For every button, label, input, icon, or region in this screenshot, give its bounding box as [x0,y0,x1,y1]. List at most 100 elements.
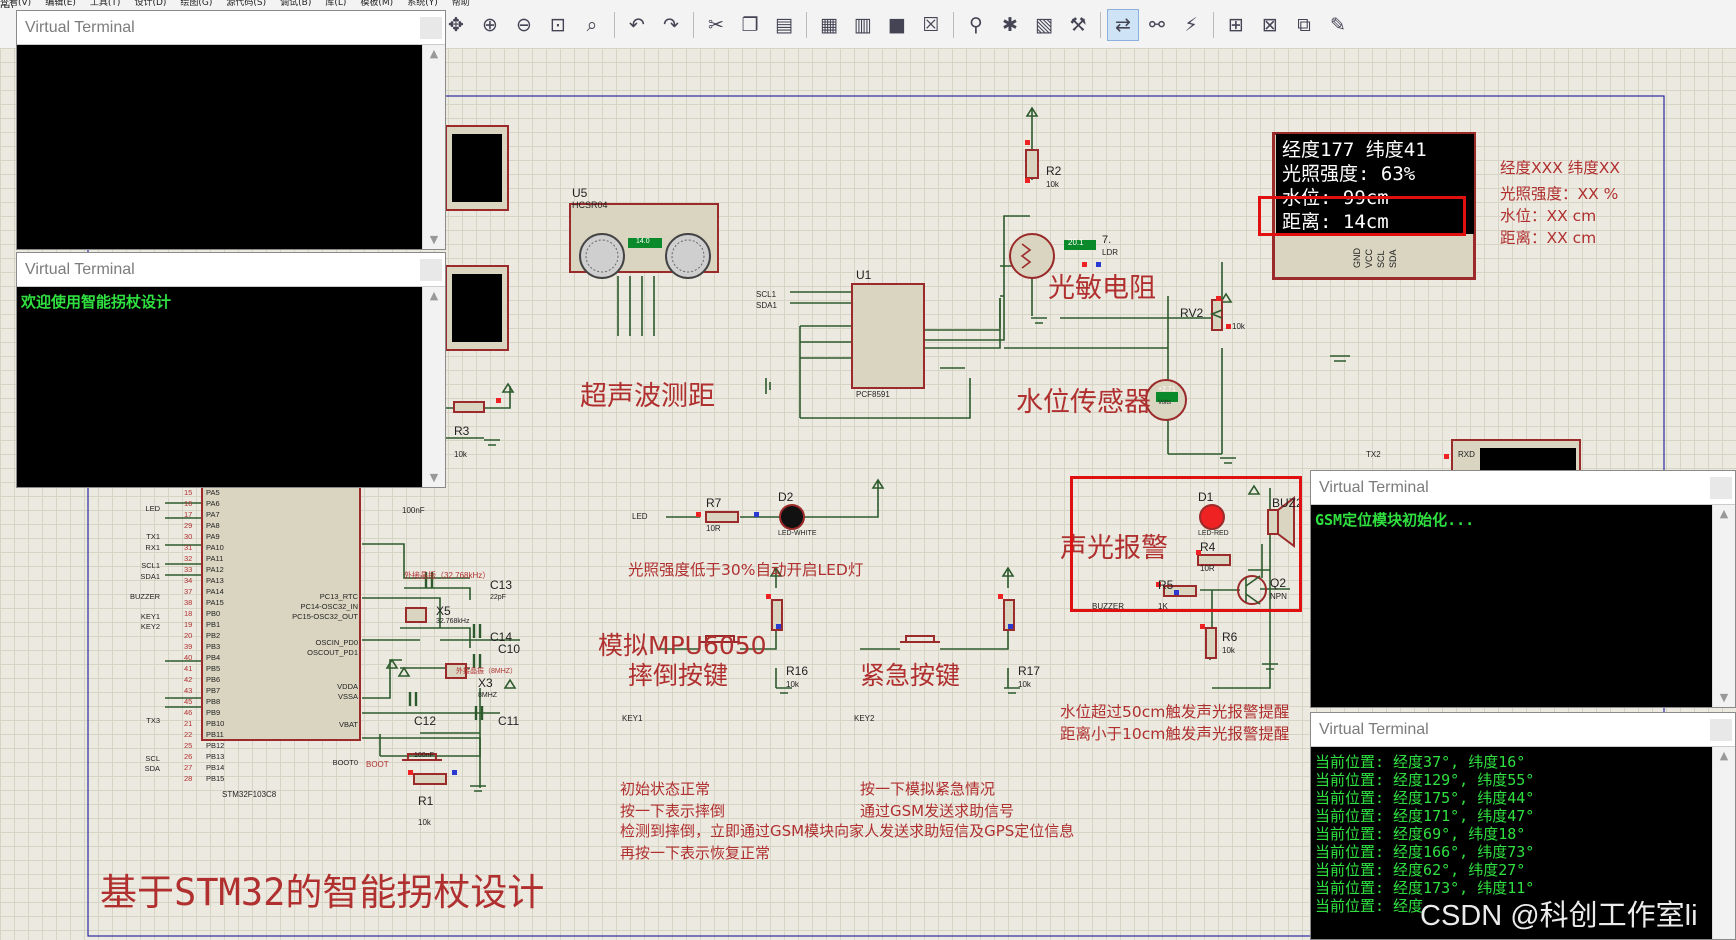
virtual-terminal-3[interactable]: Virtual Terminal GSM定位模块初始化... ▲ ▼ [1310,470,1736,708]
cut-icon[interactable]: ✂ [700,9,732,41]
lcd-pins: GND VCC SCL SDA [1352,248,1400,268]
terminal-close-button[interactable] [420,259,442,281]
menu-item[interactable]: 模板(M) [360,0,393,8]
d2-ref: D2 [778,490,794,504]
mcu-pin-label: PB11 [206,730,224,739]
terminal-scrollbar[interactable]: ▲ ▼ [1712,505,1735,707]
zoom-in-icon[interactable]: ⊕ [474,9,506,41]
terminal-close-button[interactable] [1710,477,1732,499]
new-sheet-icon[interactable]: ⊞ [1220,9,1252,41]
r16-ref: R16 [786,664,809,678]
pick-device-icon[interactable]: ⚲ [960,9,992,41]
mcu-pin-label: PA9 [206,532,220,541]
remove-sheet-icon[interactable]: ⊠ [1254,9,1286,41]
terminal-title[interactable]: Virtual Terminal [17,253,445,287]
menu-item[interactable]: 库(L) [325,0,346,8]
mcu-pin-label-right: PC13_RTC [319,592,358,601]
net-label: LED [145,504,160,513]
undo-icon[interactable]: ↶ [621,9,653,41]
mcu-pin-number: 40 [184,653,193,662]
label-fall-key: 摔倒按键 [628,661,729,690]
net-tx2: TX2 [1366,450,1381,459]
mcu-pin-number: 34 [184,576,193,585]
menu-item[interactable]: 源代码(S) [226,0,266,8]
terminal-scrollbar[interactable]: ▲ ▼ [422,45,445,249]
packaging-icon[interactable]: ▧ [1028,9,1060,41]
terminal-scrollbar[interactable]: ▲ [1712,747,1735,939]
terminal-output: 欢迎使用智能拐杖设计 [17,287,423,487]
mcu-pin-number: 18 [184,609,193,618]
menu-item[interactable]: 绘图(G) [180,0,212,8]
volt-readout: +2.71 [1158,386,1176,393]
design-explorer-icon[interactable]: ✎ [1322,9,1354,41]
parent-sheet-icon[interactable]: ⧉ [1288,9,1320,41]
terminal-title[interactable]: Virtual Terminal [1311,471,1735,505]
copy-icon[interactable]: ❐ [734,9,766,41]
mcu-pin-number: 45 [184,697,193,706]
x5-ref: X5 [436,604,451,618]
u5-ref: U5 [572,186,588,200]
mcu-pin-number: 15 [184,488,193,497]
terminal-title[interactable]: Virtual Terminal [17,11,445,45]
r2-val: 10k [1046,180,1059,189]
search-icon[interactable]: ⚯ [1141,9,1173,41]
menu-item[interactable]: 编辑(E) [45,0,76,8]
zoom-all-icon[interactable]: ⊡ [542,9,574,41]
terminal-close-button[interactable] [1710,719,1732,741]
menu-item[interactable]: 工具(T) [90,0,121,8]
note-fall-2: 按一下表示摔倒 [620,802,726,820]
r2-ref: R2 [1046,164,1062,178]
terminal-line: 当前位置: 经度62°, 纬度27° [1315,861,1526,879]
mcu-pin-label: PA10 [206,543,224,552]
terminal-title[interactable]: Virtual Terminal [1311,713,1735,747]
terminal-line: 当前位置: 经度166°, 纬度73° [1315,843,1535,861]
virtual-terminal-2[interactable]: Virtual Terminal 欢迎使用智能拐杖设计 ▲ ▼ [16,252,446,488]
c13-ref: C13 [490,578,513,592]
mcu-pin-label: PA5 [206,488,220,497]
mcu-pin-number: 29 [184,521,193,530]
menu-item[interactable]: 设计(D) [134,0,166,8]
terminal-scrollbar[interactable]: ▲ ▼ [422,287,445,487]
block-rotate-icon[interactable]: ■ [881,9,913,41]
note-emergency-1: 按一下模拟紧急情况 [860,780,996,798]
virtual-terminal-1[interactable]: Virtual Terminal ▲ ▼ [16,10,446,250]
c11-ref: C11 [498,714,520,728]
watermark: CSDN @科创工作室li [1420,900,1698,932]
mcu-pin-number: 37 [184,587,193,596]
terminal-output: GSM定位模块初始化... [1311,505,1713,707]
mcu-pin-label: PA11 [206,554,224,563]
mcu-pin-label-right: VBAT [338,720,358,729]
lcd-water-highlight [1258,196,1466,236]
wire-autorouter-icon[interactable]: ⇄ [1107,9,1139,41]
mcu-pin-number: 38 [184,598,193,607]
note-fall-4: 再按一下表示恢复正常 [620,844,771,862]
mcu-pin-number: 42 [184,675,193,684]
zoom-area-icon[interactable]: ⌕ [576,9,608,41]
legend-line-2: 光照强度：XX % [1500,185,1619,203]
lcd-line-2: 光照强度: 63% [1282,163,1416,185]
zoom-out-icon[interactable]: ⊖ [508,9,540,41]
menu-item[interactable]: 系统(Y) [407,0,438,8]
label-alarm-note2: 距离小于10cm触发声光报警提醒 [1060,725,1290,743]
block-copy-icon[interactable]: ▦ [813,9,845,41]
x5-val: 32.768kHz [436,618,470,625]
d2-type: LED-WHITE [778,530,817,537]
mcu-pin-label-right: PC14-OSC32_IN [300,602,358,611]
decompose-icon[interactable]: ⚒ [1062,9,1094,41]
paste-icon[interactable]: ▤ [768,9,800,41]
net-label: BUZZER [130,592,160,601]
property-assign-icon[interactable]: ⚡ [1175,9,1207,41]
block-delete-icon[interactable]: ☒ [915,9,947,41]
net-rxd: RXD [1458,450,1475,459]
redo-icon[interactable]: ↷ [655,9,687,41]
menu-item[interactable]: 调试(B) [280,0,311,8]
block-move-icon[interactable]: ▥ [847,9,879,41]
mcu-pin-number: 33 [184,565,193,574]
mcu-pin-number: 17 [184,510,193,519]
c12-val: 100nF [414,752,434,759]
mcu-pin-number: 19 [184,620,193,629]
r3-val: 10k [454,450,467,459]
terminal-close-button[interactable] [420,17,442,39]
make-device-icon[interactable]: ✱ [994,9,1026,41]
mcu-pin-number: 39 [184,642,193,651]
